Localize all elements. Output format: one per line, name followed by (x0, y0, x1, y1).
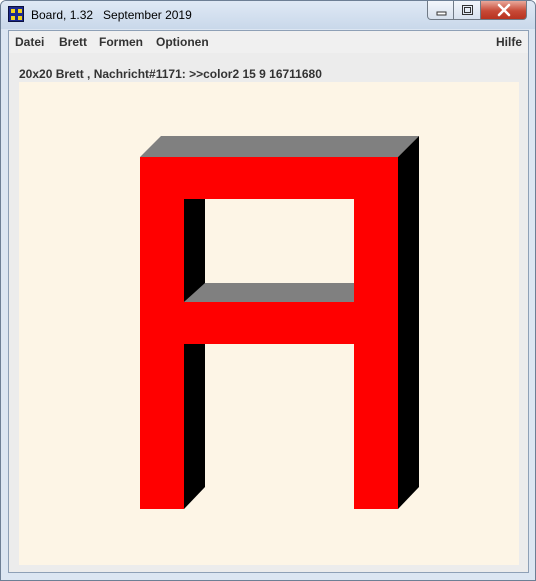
top-face-main (140, 136, 419, 157)
board-canvas[interactable] (19, 82, 519, 565)
menu-formen[interactable]: Formen (99, 35, 143, 49)
close-button[interactable] (481, 1, 527, 20)
side-face-inner-lower (184, 344, 205, 509)
maximize-button[interactable] (454, 1, 481, 20)
status-message: 20x20 Brett , Nachricht#1171: >>color2 1… (19, 67, 322, 81)
menu-optionen[interactable]: Optionen (156, 35, 209, 49)
minimize-button[interactable] (427, 1, 454, 20)
close-icon (497, 3, 511, 17)
letter-a-shape (140, 136, 419, 509)
front-face-letter (140, 157, 398, 509)
title-bar[interactable]: Board, 1.32 September 2019 (1, 1, 535, 29)
minimize-icon (436, 11, 447, 16)
app-window: Board, 1.32 September 2019 Datei Brett F… (0, 0, 536, 581)
side-face-right-leg (398, 136, 419, 509)
menu-brett[interactable]: Brett (59, 35, 87, 49)
menu-hilfe[interactable]: Hilfe (496, 35, 522, 49)
maximize-icon (462, 5, 473, 15)
window-title: Board, 1.32 September 2019 (31, 8, 192, 22)
top-face-crossbar (184, 283, 354, 302)
app-icon[interactable] (8, 6, 24, 22)
menu-datei[interactable]: Datei (15, 35, 44, 49)
menu-bar: Datei Brett Formen Optionen Hilfe (9, 31, 528, 53)
client-area: Datei Brett Formen Optionen Hilfe 20x20 … (8, 30, 529, 573)
